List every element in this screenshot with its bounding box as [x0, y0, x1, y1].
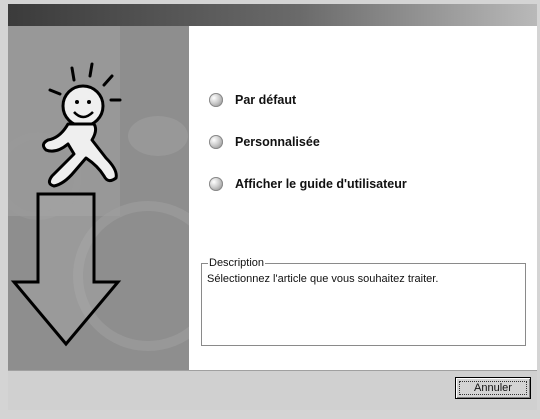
button-bar: Annuler: [8, 370, 537, 410]
option-custom[interactable]: Personnalisée: [209, 132, 320, 152]
option-user-guide-label: Afficher le guide d'utilisateur: [235, 177, 407, 191]
radio-bullet-icon: [209, 93, 223, 107]
description-group: Description Sélectionnez l'article que v…: [201, 256, 526, 346]
mascot-illustration: [8, 26, 189, 370]
description-text: Sélectionnez l'article que vous souhaite…: [207, 273, 439, 285]
description-legend: Description: [208, 256, 266, 270]
cancel-button-label: Annuler: [459, 381, 527, 395]
left-illustration-panel: [8, 26, 189, 370]
radio-bullet-icon: [209, 135, 223, 149]
cancel-button[interactable]: Annuler: [455, 377, 531, 399]
radio-bullet-icon: [209, 177, 223, 191]
option-user-guide[interactable]: Afficher le guide d'utilisateur: [209, 174, 407, 194]
option-custom-label: Personnalisée: [235, 135, 320, 149]
title-bar[interactable]: [8, 4, 537, 26]
installer-window: Par défaut Personnalisée Afficher le gui…: [0, 0, 540, 419]
option-default[interactable]: Par défaut: [209, 90, 296, 110]
option-default-label: Par défaut: [235, 93, 297, 107]
options-panel: Par défaut Personnalisée Afficher le gui…: [189, 26, 537, 370]
